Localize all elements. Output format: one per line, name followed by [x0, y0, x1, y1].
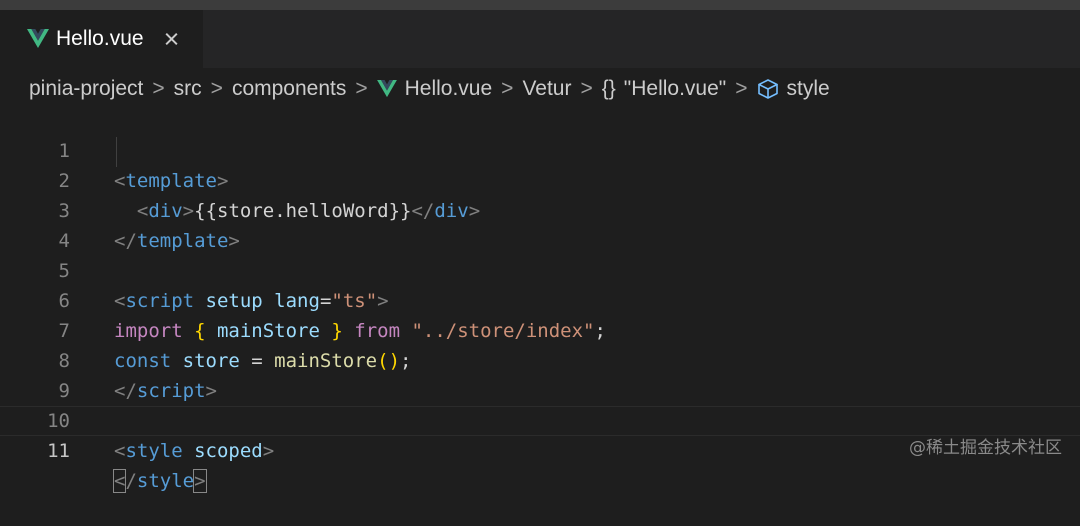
- code-line[interactable]: 6 import { mainStore } from "../store/in…: [0, 256, 1080, 342]
- vue-icon: [376, 80, 397, 98]
- breadcrumb-src[interactable]: src: [174, 77, 202, 101]
- breadcrumb-separator: >: [735, 77, 748, 100]
- breadcrumb-separator: >: [501, 77, 514, 100]
- editor-tab-bar: Hello.vue ×: [0, 10, 1080, 68]
- code-editor[interactable]: 1 <template> 2 <div>{{store.helloWord}}<…: [0, 106, 1080, 493]
- breadcrumb-separator: >: [210, 77, 223, 100]
- code-line[interactable]: 2 <div>{{store.helloWord}}</div>: [0, 136, 1080, 222]
- breadcrumb-separator: >: [152, 77, 165, 100]
- breadcrumb: pinia-project > src > components > Hello…: [0, 68, 1080, 110]
- close-icon[interactable]: ×: [164, 25, 180, 53]
- code-line[interactable]: 3 </template>: [0, 166, 1080, 252]
- code-line[interactable]: 1 <template>: [0, 106, 1080, 192]
- tab-label: Hello.vue: [56, 27, 144, 50]
- line-number: 11: [47, 440, 70, 462]
- tab-hello-vue[interactable]: Hello.vue ×: [0, 10, 203, 68]
- braces-icon: {}: [601, 77, 616, 100]
- breadcrumb-pinia-project[interactable]: pinia-project: [29, 77, 143, 101]
- code-text: <style scoped>: [114, 440, 275, 462]
- code-line[interactable]: 9: [0, 346, 1080, 402]
- code-text: </style>: [112, 469, 207, 493]
- breadcrumb-hello-vue-object[interactable]: {} "Hello.vue": [602, 77, 727, 101]
- code-line-active[interactable]: 11 </style>: [0, 406, 1080, 493]
- code-line[interactable]: 5 <script setup lang="ts">: [0, 226, 1080, 312]
- title-bar-strip: [0, 0, 1080, 10]
- bracket-match: >: [193, 469, 207, 493]
- vue-icon: [27, 29, 49, 48]
- breadcrumb-vetur[interactable]: Vetur: [522, 77, 571, 101]
- code-line[interactable]: 10 <style scoped>: [0, 376, 1080, 462]
- breadcrumb-hello-vue[interactable]: Hello.vue: [376, 77, 492, 101]
- indent-guide: [116, 137, 117, 167]
- cube-icon: [757, 79, 778, 99]
- breadcrumb-separator: >: [355, 77, 368, 100]
- code-line[interactable]: 7 const store = mainStore();: [0, 286, 1080, 372]
- code-line[interactable]: 8 </script>: [0, 316, 1080, 402]
- code-line[interactable]: 4: [0, 196, 1080, 252]
- bracket-match: <: [112, 469, 127, 493]
- breadcrumb-separator: >: [580, 77, 593, 100]
- watermark: @稀土掘金技术社区: [909, 438, 1062, 458]
- breadcrumb-components[interactable]: components: [232, 77, 346, 101]
- breadcrumb-style[interactable]: style: [757, 77, 830, 101]
